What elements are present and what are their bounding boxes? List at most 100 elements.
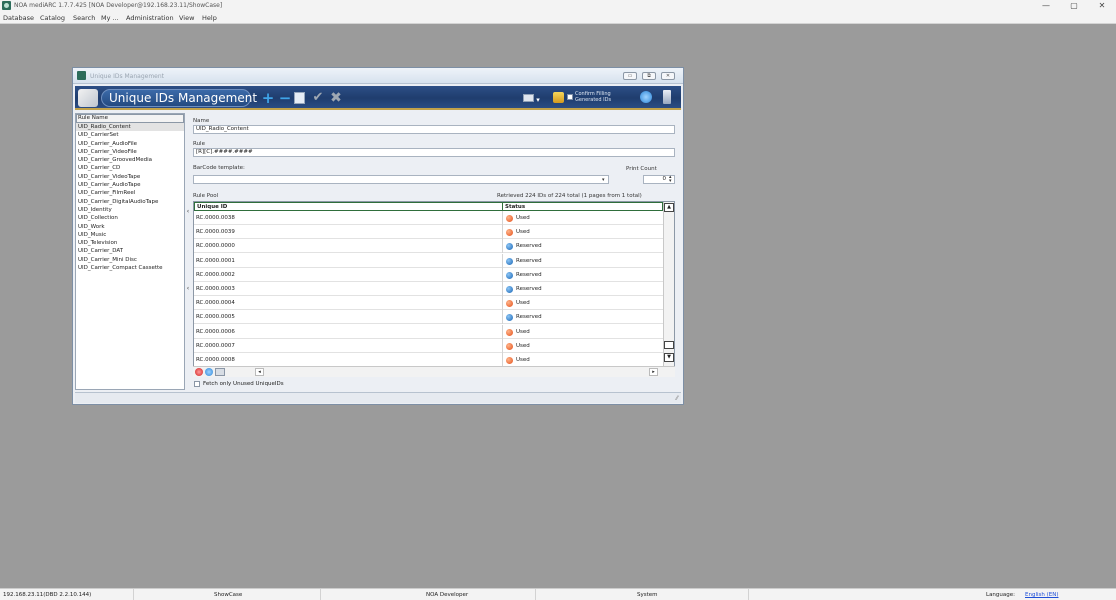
rule-list-item[interactable]: UID_Television [76,239,184,247]
delete-red-icon[interactable] [195,368,203,376]
package-icon[interactable] [553,92,564,103]
status-text: Used [516,328,530,335]
rule-list-item[interactable]: UID_Identity [76,206,184,214]
table-row[interactable]: RC.0000.0005 Reserved [194,310,663,325]
rule-list-item[interactable]: UID_Carrier_Mini Disc [76,256,184,264]
column-header-unique-id[interactable]: Unique ID [194,202,503,211]
scroll-down-icon[interactable]: ▼ [664,353,674,362]
column-header-status[interactable]: Status [502,202,663,211]
vertical-scrollbar[interactable]: ▲ ▼ [663,202,674,376]
chevron-down-icon[interactable]: ▾ [535,92,541,108]
maximize-icon[interactable]: ▢ [1060,0,1088,12]
rule-list-item[interactable]: UID_Carrier_AudioFile [76,140,184,148]
rule-list-item[interactable]: UID_Work [76,223,184,231]
scroll-thumb[interactable] [664,341,674,349]
language-link[interactable]: English (EN) [1025,592,1059,598]
rule-label: Rule [193,141,205,147]
menu-help[interactable]: Help [202,14,217,22]
table-row[interactable]: RC.0000.0007 Used [194,338,663,353]
table-row[interactable]: RC.0000.0008 Used [194,353,663,367]
rule-list-item[interactable]: UID_Carrier_VideoFile [76,148,184,156]
rule-list-item[interactable]: UID_Carrier_FilmReel [76,189,184,197]
table-row[interactable]: RC.0000.0002 Reserved [194,267,663,282]
remove-icon[interactable]: − [278,90,292,106]
confirm-filling-checkbox[interactable] [567,94,573,100]
add-icon[interactable]: + [261,90,275,106]
unique-id-cell: RC.0000.0000 [196,243,235,250]
status-text: Used [516,300,530,307]
table-row[interactable]: RC.0000.0004 Used [194,296,663,311]
menu-search[interactable]: Search [73,14,95,22]
status-database: ShowCase [214,592,243,598]
table-row[interactable]: RC.0000.0001 Reserved [194,253,663,268]
window-close-icon[interactable]: ✕ [661,72,675,80]
unique-id-cell: RC.0000.0002 [196,271,235,278]
view-grid-icon[interactable] [523,94,534,102]
table-row[interactable]: RC.0000.0006 Used [194,324,663,339]
status-server: 192.168.23.11(DBD 2.2.10.144) [3,592,92,598]
trash-icon[interactable] [663,90,671,104]
window-restore-icon[interactable]: ⧉ [642,72,656,80]
collapse-left-icon[interactable]: ‹ [185,208,191,215]
stepper-arrows-icon[interactable]: ▴ ▾ [669,175,672,184]
barcode-dropdown-icon[interactable]: ▾ [602,177,605,183]
reserved-status-icon [506,314,513,322]
minimize-icon[interactable]: — [1032,0,1060,12]
retrieved-count-text: Retrieved 224 IDs of 224 total (1 pages … [497,193,642,199]
name-field[interactable]: UID_Radio_Content [193,125,675,134]
fetch-unused-checkbox[interactable] [194,381,200,387]
used-status-icon [506,300,513,308]
reserved-status-icon [506,271,513,279]
status-text: Reserved [516,286,542,292]
menu-my[interactable]: My ... [101,14,119,22]
copy-icon[interactable] [294,92,305,104]
rule-list-item[interactable]: UID_Carrier_VideoTape [76,173,184,181]
rule-list-item[interactable]: UID_Carrier_Compact Cassette [76,264,184,272]
used-status-icon [506,342,513,350]
rule-list-item[interactable]: UID_Collection [76,214,184,222]
grid-footer-bar: ◂ ▸ [193,366,675,377]
unique-id-cell: RC.0000.0003 [196,286,235,292]
barcode-template-select[interactable] [193,175,609,184]
scroll-right-icon[interactable]: ▸ [649,368,658,376]
export-grid-icon[interactable] [215,368,225,376]
rule-list-item[interactable]: UID_Carrier_DAT [76,247,184,255]
rule-list-item[interactable]: UID_Carrier_GroovedMedia [76,156,184,164]
menu-view[interactable]: View [179,14,194,22]
reserved-status-icon [506,243,513,251]
status-text: Reserved [516,257,542,264]
status-cell: Used [502,353,663,367]
window-titlebar: Unique IDs Management ▭ ⧉ ✕ [73,68,683,84]
menu-administration[interactable]: Administration [126,14,174,22]
rule-list-item[interactable]: UID_Carrier_CD [76,164,184,172]
cancel-cross-icon[interactable]: ✖ [329,90,343,106]
table-row[interactable]: RC.0000.0039 Used [194,225,663,240]
table-row[interactable]: RC.0000.0003 Reserved [194,282,663,296]
refresh-icon[interactable] [640,91,652,103]
table-row[interactable]: RC.0000.0038 Used [194,211,663,225]
status-separator [133,589,134,600]
rule-list-item[interactable]: UID_Music [76,231,184,239]
status-cell: Used [502,225,663,240]
rule-list-header[interactable]: Rule Name [76,114,184,123]
rule-list-item[interactable]: UID_Carrier_DigitalAudioTape [76,198,184,206]
rule-field[interactable]: [R][C].####.#### [193,148,675,157]
table-row[interactable]: RC.0000.0000 Reserved [194,239,663,254]
rule-list-item[interactable]: UID_CarrierSet [76,131,184,139]
close-icon[interactable]: ✕ [1088,0,1116,12]
scroll-up-icon[interactable]: ▲ [664,203,674,212]
menu-database[interactable]: Database [3,14,34,22]
window-status-bar: ⁄⁄ [75,392,681,403]
save-check-icon[interactable]: ✔ [311,90,325,106]
barcode-template-label: BarCode template: [193,165,245,171]
status-role: System [637,592,658,598]
rule-list-item[interactable]: UID_Radio_Content [76,123,184,132]
fetch-unused-label: Fetch only Unused UniqueIDs [203,381,284,387]
scroll-left-icon[interactable]: ◂ [255,368,264,376]
menu-catalog[interactable]: Catalog [40,14,65,22]
rule-list-item[interactable]: UID_Carrier_AudioTape [76,181,184,189]
reload-blue-icon[interactable] [205,368,213,376]
collapse-left-icon-2[interactable]: ‹ [185,285,191,292]
resize-grip-icon[interactable]: ⁄⁄ [676,395,678,402]
window-minimize-icon[interactable]: ▭ [623,72,637,80]
